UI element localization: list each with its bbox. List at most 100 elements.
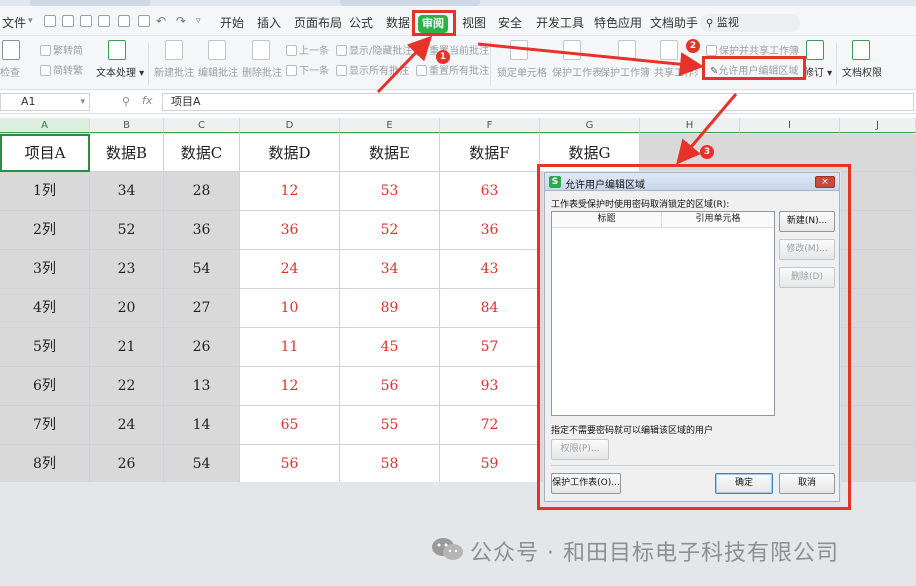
col-header-b[interactable]: B <box>90 118 164 133</box>
save-icon[interactable] <box>80 15 92 27</box>
data-cell[interactable]: 93 <box>440 367 540 406</box>
protect-and-share-button[interactable]: 保护并共享工作簿 <box>706 42 799 57</box>
show-all-comments-button[interactable]: 显示所有批注 <box>336 62 409 77</box>
next-comment-button[interactable]: 下一条 <box>286 62 329 77</box>
tab-security[interactable]: 安全 <box>498 14 522 31</box>
fx-icon[interactable]: fx <box>142 94 152 107</box>
data-cell[interactable]: 34 <box>90 172 164 211</box>
data-cell[interactable]: 34 <box>340 250 440 289</box>
modify-range-button[interactable]: 修改(M)... <box>779 239 835 260</box>
data-cell[interactable]: 21 <box>90 328 164 367</box>
name-box[interactable]: A1 ▾ <box>0 93 90 111</box>
data-cell[interactable]: 58 <box>340 445 440 484</box>
file-menu[interactable]: 文件 <box>2 14 26 31</box>
row-label-cell[interactable]: 4列 <box>0 289 90 328</box>
data-cell[interactable]: 20 <box>90 289 164 328</box>
row-label-cell[interactable]: 6列 <box>0 367 90 406</box>
tab-view[interactable]: 视图 <box>462 14 486 31</box>
data-cell[interactable]: 10 <box>240 289 340 328</box>
show-hide-comment-button[interactable]: 显示/隐藏批注 <box>336 42 412 57</box>
reset-current-comment-button[interactable]: 重置当前批注 <box>416 42 489 57</box>
data-cell[interactable]: 56 <box>340 367 440 406</box>
data-cell[interactable]: 54 <box>164 250 240 289</box>
tab-doc-assistant[interactable]: 文档助手 <box>650 14 698 31</box>
print-icon[interactable] <box>118 15 130 27</box>
chevron-down-icon[interactable]: ▾ <box>80 94 85 110</box>
data-cell[interactable]: 89 <box>340 289 440 328</box>
header-cell-e[interactable]: 数据E <box>340 134 440 172</box>
doc-permission-button[interactable]: 文档权限 <box>842 64 882 79</box>
search-box[interactable]: ⚲ 监视 <box>700 14 800 32</box>
protect-workbook-button[interactable]: 保护工作簿 <box>600 64 650 79</box>
ranges-list[interactable]: 标题 引用单元格 <box>551 211 775 416</box>
delete-comment-button[interactable]: 删除批注 <box>242 64 282 79</box>
header-cell-b[interactable]: 数据B <box>90 134 164 172</box>
redo-icon[interactable]: ↷ <box>176 14 186 28</box>
data-cell[interactable]: 55 <box>340 406 440 445</box>
header-cell-f[interactable]: 数据F <box>440 134 540 172</box>
tab-insert[interactable]: 插入 <box>257 14 281 31</box>
col-header-h[interactable]: H <box>640 118 740 133</box>
data-cell[interactable]: 12 <box>240 367 340 406</box>
data-cell[interactable]: 22 <box>90 367 164 406</box>
tab-developer[interactable]: 开发工具 <box>536 14 584 31</box>
data-cell[interactable]: 24 <box>90 406 164 445</box>
tab-data[interactable]: 数据 <box>386 14 410 31</box>
check-button[interactable]: 检查 <box>0 64 20 79</box>
header-cell-d[interactable]: 数据D <box>240 134 340 172</box>
data-cell[interactable]: 72 <box>440 406 540 445</box>
data-cell[interactable]: 23 <box>90 250 164 289</box>
data-cell[interactable]: 53 <box>340 172 440 211</box>
formula-input[interactable]: 项目A <box>162 93 914 111</box>
col-header-e[interactable]: E <box>340 118 440 133</box>
tab-formulas[interactable]: 公式 <box>349 14 373 31</box>
dialog-titlebar[interactable]: S 允许用户编辑区域 × <box>545 173 839 191</box>
row-label-cell[interactable]: 1列 <box>0 172 90 211</box>
more-icon[interactable]: ▿ <box>196 16 201 26</box>
track-changes-button[interactable]: 修订 ▾ <box>804 64 832 79</box>
data-cell[interactable]: 14 <box>164 406 240 445</box>
data-cell[interactable]: 26 <box>90 445 164 484</box>
zoom-icon[interactable]: ⚲ <box>122 95 130 108</box>
tab-page-layout[interactable]: 页面布局 <box>294 14 342 31</box>
data-cell[interactable]: 28 <box>164 172 240 211</box>
close-icon[interactable]: × <box>815 176 835 188</box>
row-label-cell[interactable]: 3列 <box>0 250 90 289</box>
header-cell-a[interactable]: 项目A <box>0 134 90 172</box>
data-cell[interactable]: 27 <box>164 289 240 328</box>
header-cell-c[interactable]: 数据C <box>164 134 240 172</box>
col-header-f[interactable]: F <box>440 118 540 133</box>
data-cell[interactable]: 26 <box>164 328 240 367</box>
data-cell[interactable]: 52 <box>340 211 440 250</box>
col-header-j[interactable]: J <box>840 118 916 133</box>
row-label-cell[interactable]: 7列 <box>0 406 90 445</box>
simp-to-trad-button[interactable]: 简转繁 <box>40 62 83 77</box>
lock-cell-button[interactable]: 锁定单元格 <box>497 64 547 79</box>
data-cell[interactable]: 11 <box>240 328 340 367</box>
new-doc-icon[interactable] <box>44 15 56 27</box>
data-cell[interactable]: 36 <box>440 211 540 250</box>
row-label-cell[interactable]: 5列 <box>0 328 90 367</box>
edit-comment-button[interactable]: 编辑批注 <box>198 64 238 79</box>
col-header-c[interactable]: C <box>164 118 240 133</box>
data-cell[interactable]: 36 <box>164 211 240 250</box>
new-range-button[interactable]: 新建(N)... <box>779 211 835 232</box>
prev-comment-button[interactable]: 上一条 <box>286 42 329 57</box>
tab-home[interactable]: 开始 <box>220 14 244 31</box>
export-icon[interactable] <box>98 15 110 27</box>
data-cell[interactable]: 13 <box>164 367 240 406</box>
data-cell[interactable]: 63 <box>440 172 540 211</box>
data-cell[interactable]: 12 <box>240 172 340 211</box>
row-label-cell[interactable]: 2列 <box>0 211 90 250</box>
col-header-a[interactable]: A <box>0 118 90 133</box>
data-cell[interactable]: 59 <box>440 445 540 484</box>
data-cell[interactable]: 43 <box>440 250 540 289</box>
ok-button[interactable]: 确定 <box>715 473 773 494</box>
list-header-ref[interactable]: 引用单元格 <box>662 212 774 228</box>
data-cell[interactable]: 36 <box>240 211 340 250</box>
reset-all-comments-button[interactable]: 重置所有批注 <box>416 62 489 77</box>
col-header-d[interactable]: D <box>240 118 340 133</box>
text-processing-button[interactable]: 文本处理 ▾ <box>96 64 144 79</box>
protect-sheet-dialog-button[interactable]: 保护工作表(O)... <box>551 473 621 494</box>
chevron-down-icon[interactable]: ▾ <box>28 16 33 26</box>
